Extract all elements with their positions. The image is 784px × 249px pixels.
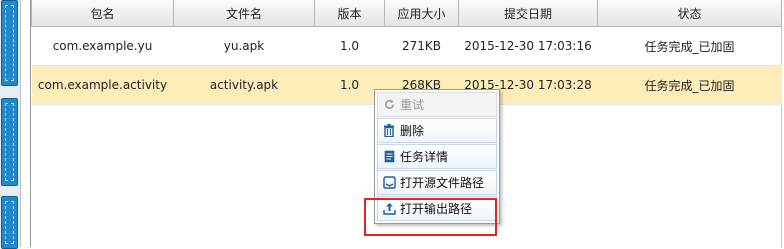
- sidebar-tile[interactable]: [1, 196, 18, 249]
- column-header-filename[interactable]: 文件名: [173, 0, 315, 27]
- upload-icon: [382, 202, 396, 216]
- sidebar-tile[interactable]: [1, 0, 18, 86]
- folder-open-icon: [382, 176, 396, 190]
- column-header-size[interactable]: 应用大小: [384, 0, 459, 27]
- cell-date: 2015-12-30 17:03:16: [458, 26, 598, 66]
- menu-item-open-output-path[interactable]: 打开输出路径: [377, 196, 497, 221]
- menu-item-label: 任务详情: [400, 150, 449, 164]
- trash-icon: [382, 124, 396, 138]
- left-panel-strip: [0, 0, 21, 249]
- menu-item-open-source-path[interactable]: 打开源文件路径: [377, 170, 497, 195]
- menu-item-label: 打开源文件路径: [400, 176, 485, 190]
- menu-item-label: 打开输出路径: [400, 202, 473, 216]
- cell-version: 1.0: [314, 26, 385, 66]
- retry-icon: [382, 98, 396, 112]
- menu-item-label: 删除: [400, 124, 425, 138]
- cell-status: 任务完成_已加固: [597, 26, 782, 66]
- sidebar-tile[interactable]: [1, 98, 18, 186]
- menu-item-label: 重试: [400, 98, 425, 112]
- context-menu: 重试 删除 任务详情 打开源文件路径 打开输出路径: [374, 89, 500, 224]
- cell-package: com.example.activity: [31, 65, 174, 105]
- cell-filename: yu.apk: [173, 26, 315, 66]
- menu-item-task-details[interactable]: 任务详情: [377, 144, 497, 169]
- table-header-row: 包名 文件名 版本 应用大小 提交日期 状态: [31, 0, 782, 27]
- menu-item-retry[interactable]: 重试: [377, 92, 497, 117]
- cell-status: 任务完成_已加固: [597, 65, 782, 105]
- column-header-version[interactable]: 版本: [314, 0, 385, 27]
- column-header-date[interactable]: 提交日期: [458, 0, 598, 27]
- column-header-status[interactable]: 状态: [597, 0, 782, 27]
- document-icon: [382, 150, 396, 164]
- cell-size: 271KB: [384, 26, 459, 66]
- column-header-package[interactable]: 包名: [31, 0, 174, 27]
- cell-filename: activity.apk: [173, 65, 315, 105]
- table-row[interactable]: com.example.yu yu.apk 1.0 271KB 2015-12-…: [31, 26, 782, 66]
- cell-package: com.example.yu: [31, 26, 174, 66]
- menu-item-delete[interactable]: 删除: [377, 118, 497, 143]
